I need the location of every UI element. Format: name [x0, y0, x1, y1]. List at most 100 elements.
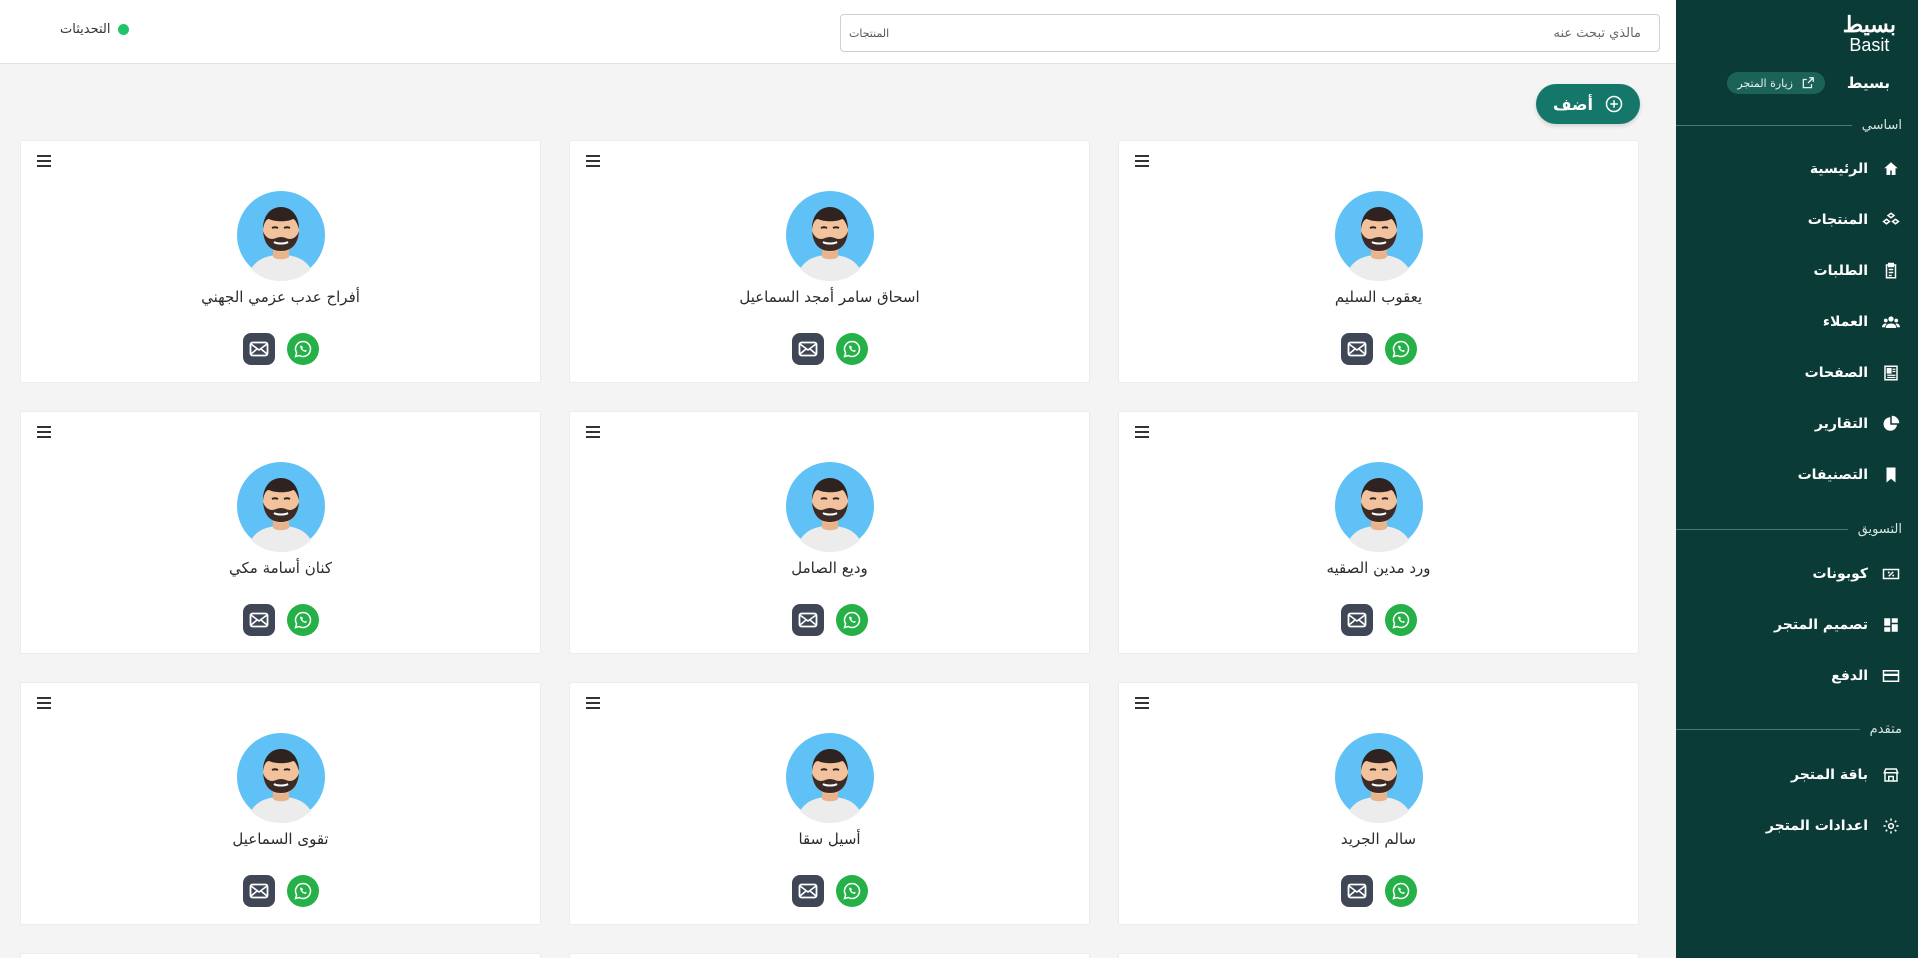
email-button[interactable]: [791, 333, 824, 365]
whatsapp-icon: [842, 882, 860, 900]
sidebar-item-orders[interactable]: الطلبات: [1814, 262, 1900, 280]
coupon-icon: [1882, 568, 1900, 580]
plus-circle-icon: [1605, 95, 1623, 113]
card-menu-button[interactable]: [586, 155, 600, 167]
customer-card: اسحاق سامر أمجد السماعيل: [569, 140, 1090, 383]
whatsapp-button[interactable]: [286, 333, 319, 365]
avatar: [785, 462, 874, 552]
whatsapp-button[interactable]: [835, 604, 868, 636]
whatsapp-button[interactable]: [1384, 875, 1417, 907]
section-advanced: متقدم: [1676, 722, 1902, 737]
email-button[interactable]: [242, 604, 275, 636]
whatsapp-icon: [293, 340, 311, 358]
card-menu-button[interactable]: [37, 155, 51, 167]
bookmark-icon: [1886, 467, 1896, 483]
reports-icon: [1883, 415, 1900, 431]
sidebar-item-payment[interactable]: الدفع: [1831, 667, 1900, 685]
sidebar-item-label: التصنيفات: [1797, 467, 1868, 483]
whatsapp-icon: [293, 611, 311, 629]
search-scope[interactable]: المنتجات: [849, 27, 889, 40]
avatar: [785, 191, 874, 281]
brand-logo[interactable]: بسيط Basit: [1843, 14, 1896, 54]
mail-icon: [1347, 341, 1366, 357]
card-menu-button[interactable]: [1135, 426, 1149, 438]
whatsapp-button[interactable]: [1384, 333, 1417, 365]
customer-name: يعقوب السليم: [1334, 288, 1423, 306]
section-divider: [1676, 529, 1848, 530]
pages-icon: [1884, 365, 1898, 381]
sidebar-item-coupons[interactable]: كوبونات: [1812, 565, 1900, 583]
card-menu-button[interactable]: [37, 426, 51, 438]
mail-icon: [1347, 612, 1366, 628]
card-menu-button[interactable]: [1135, 697, 1149, 709]
whatsapp-button[interactable]: [835, 333, 868, 365]
email-button[interactable]: [791, 875, 824, 907]
dashboard-icon: [1884, 618, 1898, 632]
sidebar-item-home[interactable]: الرئيسية: [1810, 160, 1900, 178]
products-icon: [1882, 212, 1900, 225]
card-menu-button[interactable]: [586, 697, 600, 709]
add-customer-button[interactable]: أضف: [1536, 84, 1640, 124]
customer-card: يعقوب السليم: [1118, 140, 1639, 383]
whatsapp-button[interactable]: [835, 875, 868, 907]
gear-icon: [1883, 818, 1899, 834]
customer-card: وديع الصامل: [569, 411, 1090, 654]
email-button[interactable]: [1340, 875, 1373, 907]
sidebar-item-store-design[interactable]: تصميم المتجر: [1774, 616, 1900, 634]
customer-card: تقوى السماعيل: [20, 682, 541, 925]
mail-icon: [249, 341, 268, 357]
whatsapp-button[interactable]: [286, 604, 319, 636]
card-menu-button[interactable]: [1135, 155, 1149, 167]
email-button[interactable]: [1340, 333, 1373, 365]
top-bar: المنتجات التحديثات: [0, 0, 1676, 64]
customer-card-partial: [20, 953, 541, 958]
customer-card-partial: [1118, 953, 1639, 958]
sidebar-item-label: الرئيسية: [1809, 161, 1868, 177]
customer-name: كنان أسامة مكي: [229, 559, 332, 577]
contact-actions: [242, 875, 319, 907]
sidebar-item-store-plan[interactable]: باقة المتجر: [1791, 766, 1900, 784]
whatsapp-button[interactable]: [286, 875, 319, 907]
customer-card: ورد مدين الصقيه: [1118, 411, 1639, 654]
visit-store-button[interactable]: زيارة المتجر: [1727, 72, 1825, 94]
search-input[interactable]: [1341, 25, 1641, 41]
section-marketing-label: التسويق: [1857, 522, 1902, 537]
customer-name: ورد مدين الصقيه: [1326, 559, 1431, 577]
whatsapp-icon: [293, 882, 311, 900]
sidebar-item-label: الطلبات: [1813, 263, 1868, 279]
mail-icon: [249, 612, 268, 628]
contact-actions: [1340, 333, 1417, 365]
email-button[interactable]: [242, 875, 275, 907]
sidebar-item-reports[interactable]: التقارير: [1815, 415, 1900, 433]
sidebar: بسيط Basit بسيط زيارة المتجر اساسي الرئي…: [1676, 0, 1918, 958]
email-button[interactable]: [242, 333, 275, 365]
email-button[interactable]: [1340, 604, 1373, 636]
customer-card: سالم الجريد: [1118, 682, 1639, 925]
search-box[interactable]: المنتجات: [840, 14, 1660, 52]
contact-actions: [242, 604, 319, 636]
email-button[interactable]: [791, 604, 824, 636]
updates-label: التحديثات: [60, 22, 111, 37]
sidebar-item-pages[interactable]: الصفحات: [1805, 364, 1900, 382]
card-menu-button[interactable]: [37, 697, 51, 709]
whatsapp-icon: [1391, 340, 1409, 358]
sidebar-item-label: الصفحات: [1804, 365, 1868, 381]
whatsapp-icon: [1391, 882, 1409, 900]
sidebar-item-label: العملاء: [1822, 314, 1868, 330]
updates-link[interactable]: التحديثات: [60, 22, 130, 37]
card-icon: [1882, 670, 1900, 682]
customer-name: سالم الجريد: [1340, 830, 1417, 848]
customer-name: أسيل سقا: [798, 830, 861, 848]
whatsapp-icon: [842, 340, 860, 358]
sidebar-item-categories[interactable]: التصنيفات: [1798, 466, 1900, 484]
section-basic: اساسي: [1676, 118, 1902, 133]
sidebar-item-store-settings[interactable]: اعدادات المتجر: [1766, 817, 1900, 835]
orders-icon: [1885, 262, 1897, 279]
mail-icon: [798, 612, 817, 628]
card-menu-button[interactable]: [586, 426, 600, 438]
sidebar-item-products[interactable]: المنتجات: [1808, 211, 1900, 229]
whatsapp-button[interactable]: [1384, 604, 1417, 636]
sidebar-item-customers[interactable]: العملاء: [1823, 313, 1900, 331]
external-link-icon: [1802, 77, 1814, 89]
store-icon: [1883, 768, 1899, 782]
